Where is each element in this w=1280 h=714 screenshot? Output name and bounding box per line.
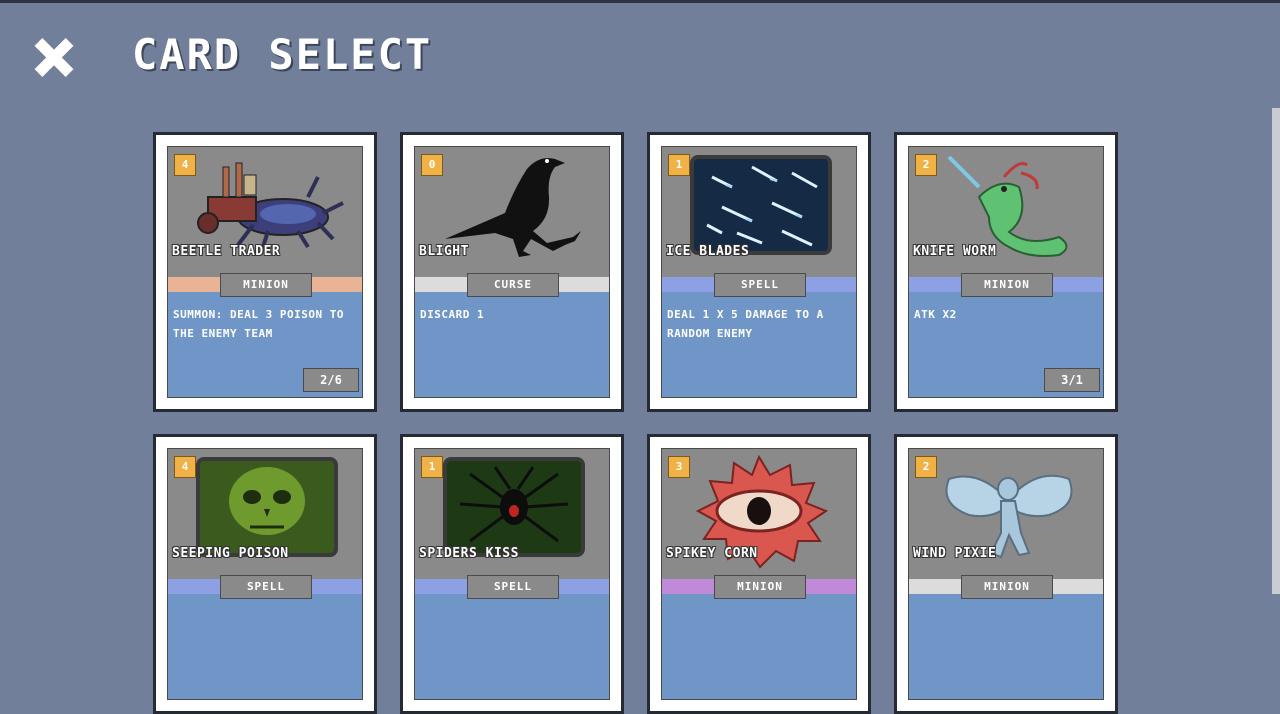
card-art: 4 BEETLE TRADER	[168, 147, 362, 277]
card-seeping-poison[interactable]: 4 SEEPING POISON SPELL	[153, 434, 377, 714]
card-name: KNIFE WORM	[913, 244, 997, 259]
cost-badge: 2	[915, 154, 937, 176]
cost-badge: 2	[915, 456, 937, 478]
cost-badge: 3	[668, 456, 690, 478]
card-type-label: SPELL	[714, 273, 806, 297]
card-art: 1 ICE BLADES	[662, 147, 856, 277]
card-description: SUMMON: DEAL 3 POISON TO THE ENEMY TEAM	[173, 308, 344, 340]
card-art: 4 SEEPING POISON	[168, 449, 362, 579]
card-stats: 2/6	[303, 368, 359, 392]
page-title: CARD SELECT	[132, 30, 433, 79]
scrollbar[interactable]	[1272, 108, 1280, 594]
cost-badge: 4	[174, 154, 196, 176]
cost-badge: 1	[421, 456, 443, 478]
cost-badge: 1	[668, 154, 690, 176]
card-art: 0 BLIGHT	[415, 147, 609, 277]
card-type-label: MINION	[714, 575, 806, 599]
card-type-label: SPELL	[220, 575, 312, 599]
card-name: WIND PIXIE	[913, 546, 997, 561]
card-name: BEETLE TRADER	[172, 244, 281, 259]
card-art: 1 SPIDERS KISS	[415, 449, 609, 579]
card-type-label: SPELL	[467, 575, 559, 599]
card-type-label: MINION	[961, 273, 1053, 297]
card-knife-worm[interactable]: 2 KNIFE WORM MINION ATK X2 3/1	[894, 132, 1118, 412]
card-wind-pixie[interactable]: 2 WIND PIXIE MINION	[894, 434, 1118, 714]
card-art: 2 WIND PIXIE	[909, 449, 1103, 579]
cost-badge: 0	[421, 154, 443, 176]
card-ice-blades[interactable]: 1 ICE BLADES SPELL DEAL 1 X 5 DAMAGE TO …	[647, 132, 871, 412]
card-blight[interactable]: 0 BLIGHT CURSE DISCARD 1	[400, 132, 624, 412]
card-description: DISCARD 1	[420, 308, 485, 321]
card-beetle-trader[interactable]: 4 BEETLE TRADER MINION SUMMON: DEAL 3 PO…	[153, 132, 377, 412]
card-spiders-kiss[interactable]: 1 SPIDERS KISS SPELL	[400, 434, 624, 714]
top-border	[0, 0, 1280, 3]
card-name: SPIDERS KISS	[419, 546, 519, 561]
card-description: ATK X2	[914, 308, 957, 321]
card-stats: 3/1	[1044, 368, 1100, 392]
card-art: 2 KNIFE WORM	[909, 147, 1103, 277]
card-name: ICE BLADES	[666, 244, 750, 259]
card-name: BLIGHT	[419, 244, 469, 259]
card-name: SEEPING POISON	[172, 546, 289, 561]
card-type-label: CURSE	[467, 273, 559, 297]
close-x-icon[interactable]	[34, 38, 74, 78]
card-type-label: MINION	[961, 575, 1053, 599]
card-spikey-corn[interactable]: 3 SPIKEY CORN MINION	[647, 434, 871, 714]
card-art: 3 SPIKEY CORN	[662, 449, 856, 579]
card-description: DEAL 1 X 5 DAMAGE TO A RANDOM ENEMY	[667, 308, 824, 340]
cost-badge: 4	[174, 456, 196, 478]
card-type-label: MINION	[220, 273, 312, 297]
card-name: SPIKEY CORN	[666, 546, 758, 561]
